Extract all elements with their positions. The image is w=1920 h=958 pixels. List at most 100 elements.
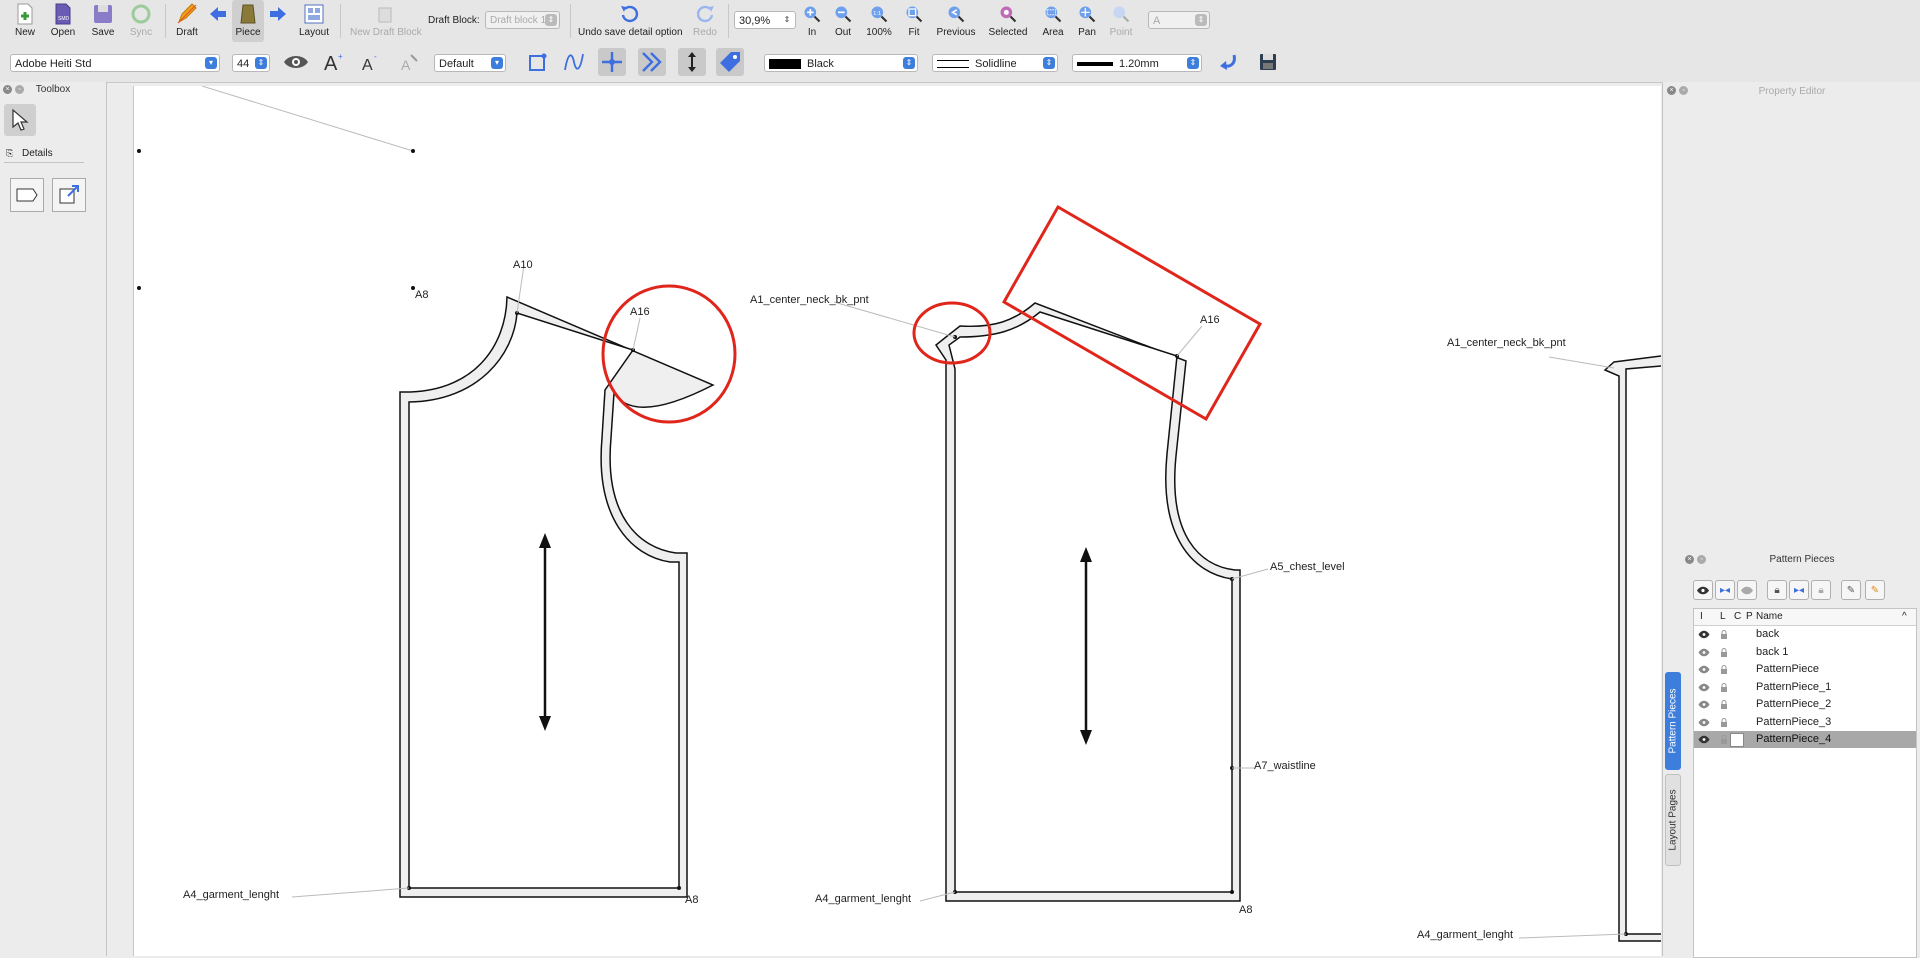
sync-button[interactable]: Sync xyxy=(126,0,156,42)
redo-button[interactable]: Redo xyxy=(690,0,720,42)
reset-style-button[interactable] xyxy=(1214,48,1242,76)
zoom-fit-button[interactable]: Fit xyxy=(902,0,926,42)
text-color-button[interactable]: A xyxy=(396,48,424,76)
zoom-area-button[interactable]: Area xyxy=(1040,0,1066,42)
draft-mode-button[interactable]: Draft xyxy=(172,0,202,42)
point-label-a8[interactable]: A8 xyxy=(1239,904,1252,916)
table-row[interactable]: PatternPiece_3 xyxy=(1694,714,1916,731)
lock-icon[interactable] xyxy=(1720,630,1728,639)
eye-icon[interactable] xyxy=(1698,735,1710,744)
hide-all-button[interactable] xyxy=(1737,580,1757,600)
lock-icon[interactable] xyxy=(1720,700,1728,709)
column-header-l[interactable]: L xyxy=(1720,611,1726,622)
pointer-tool[interactable] xyxy=(4,104,36,136)
draft-block-select[interactable]: Draft block 1 ⇕ xyxy=(485,11,560,29)
column-header-p[interactable]: P xyxy=(1746,611,1753,622)
seam-allowance-tool[interactable] xyxy=(524,48,552,76)
eye-icon[interactable] xyxy=(1698,718,1710,727)
new-draft-block-button[interactable]: New Draft Block xyxy=(350,0,422,42)
eye-icon[interactable] xyxy=(1698,665,1710,674)
new-detail-tool[interactable] xyxy=(10,178,44,212)
table-row[interactable]: PatternPiece_2 xyxy=(1694,696,1916,713)
zoom-spinbox[interactable]: 30,9% ⇕ xyxy=(734,11,796,29)
point-label-a4-garment-length[interactable]: A4_garment_lenght xyxy=(1417,929,1513,941)
table-row[interactable]: back 1 xyxy=(1694,644,1916,661)
point-label-a1-center-neck[interactable]: A1_center_neck_bk_pnt xyxy=(1447,337,1566,349)
color-pick-button[interactable]: ✎ xyxy=(1841,580,1861,600)
lock-icon[interactable] xyxy=(1720,735,1728,744)
point-label-a4-garment-length[interactable]: A4_garment_lenght xyxy=(815,893,911,905)
line-style-select[interactable]: Solidline ⇕ xyxy=(932,54,1058,72)
lock-all-button[interactable]: 🔒︎ xyxy=(1767,580,1787,600)
show-all-button[interactable] xyxy=(1693,580,1713,600)
line-color-select[interactable]: Black ⇕ xyxy=(764,54,918,72)
column-header-c[interactable]: C xyxy=(1734,611,1741,622)
lock-icon[interactable] xyxy=(1720,647,1728,657)
open-button[interactable]: SMD Open xyxy=(48,0,78,42)
eye-icon[interactable] xyxy=(1698,700,1710,709)
save-style-button[interactable] xyxy=(1254,48,1282,76)
tag-icon xyxy=(720,52,740,72)
property-editor-panel: × ◦ Property Editor xyxy=(1662,82,1920,552)
mirror-button[interactable]: ▸◂ xyxy=(1715,580,1735,600)
zoom-out-button[interactable]: Out xyxy=(830,0,856,42)
point-label-a1-center-neck[interactable]: A1_center_neck_bk_pnt xyxy=(750,294,869,306)
point-label-a5-chest-level[interactable]: A5_chest_level xyxy=(1270,561,1345,573)
point-label-a8[interactable]: A8 xyxy=(685,894,698,906)
piece-mode-button[interactable]: Piece xyxy=(232,0,264,42)
zoom-selected-button[interactable]: Selected xyxy=(986,0,1030,42)
point-select[interactable]: A ⇕ xyxy=(1148,11,1210,29)
eye-icon[interactable] xyxy=(1698,648,1710,657)
font-size-select[interactable]: 44 ⇕ xyxy=(232,54,270,72)
lock-icon[interactable] xyxy=(1720,665,1728,674)
point-label-a8[interactable]: A8 xyxy=(415,289,428,301)
column-header-i[interactable]: I xyxy=(1700,611,1703,622)
details-tab[interactable]: ⎘ Details xyxy=(4,146,84,163)
line-weight-select[interactable]: 1.20mm ⇕ xyxy=(1072,54,1202,72)
undo-button[interactable]: Undo save detail option xyxy=(578,0,683,42)
eye-icon[interactable] xyxy=(1698,683,1710,692)
table-row[interactable]: back xyxy=(1694,626,1916,643)
label-tag-tool[interactable] xyxy=(716,48,744,76)
font-family-select[interactable]: Adobe Heiti Std ▾ xyxy=(10,54,220,72)
mirror-lock-button[interactable]: ▸◂ xyxy=(1789,580,1809,600)
zoom-100-button[interactable]: 1:1 100% xyxy=(864,0,894,42)
pan-button[interactable]: Pan xyxy=(1074,0,1100,42)
new-button[interactable]: New xyxy=(10,0,40,42)
draft-block-value: Draft block 1 xyxy=(490,15,547,26)
grainline-tool[interactable] xyxy=(678,48,706,76)
point-label-a10[interactable]: A10 xyxy=(513,259,533,271)
lock-icon[interactable] xyxy=(1720,717,1728,727)
curve-tool[interactable] xyxy=(560,48,588,76)
increase-font-button[interactable]: A + xyxy=(320,48,348,76)
point-label-a4-garment-length[interactable]: A4_garment_lenght xyxy=(183,889,279,901)
tab-layout-pages[interactable]: Layout Pages xyxy=(1665,774,1681,866)
notch-tool[interactable] xyxy=(638,48,666,76)
column-header-name[interactable]: Name xyxy=(1756,611,1783,622)
previous-mode-arrow[interactable] xyxy=(208,0,228,42)
edit-color-button[interactable]: ✎ xyxy=(1865,580,1885,600)
zoom-in-button[interactable]: In xyxy=(800,0,824,42)
point-label-a16[interactable]: A16 xyxy=(630,306,650,318)
table-row[interactable]: PatternPiece xyxy=(1694,661,1916,678)
table-row[interactable]: PatternPiece_4 xyxy=(1694,731,1916,748)
color-swatch[interactable] xyxy=(1730,733,1744,747)
decrease-font-button[interactable]: A- xyxy=(356,48,384,76)
lock-icon[interactable] xyxy=(1720,682,1728,692)
eye-icon[interactable] xyxy=(1698,630,1710,639)
anchor-point-tool[interactable] xyxy=(598,48,626,76)
point-label-a7-waistline[interactable]: A7_waistline xyxy=(1254,760,1316,772)
point-label-a16[interactable]: A16 xyxy=(1200,314,1220,326)
drawing-canvas[interactable]: A10 A8 A16 A1_center_neck_bk_pnt A16 A1_… xyxy=(133,86,1661,956)
show-text-toggle[interactable] xyxy=(282,48,310,76)
save-button[interactable]: Save xyxy=(88,0,118,42)
zoom-previous-button[interactable]: Previous xyxy=(934,0,978,42)
text-style-select[interactable]: Default ▾ xyxy=(434,54,506,72)
zoom-point-button[interactable]: Point xyxy=(1108,0,1134,42)
table-row[interactable]: PatternPiece_1 xyxy=(1694,679,1916,696)
tab-pattern-pieces[interactable]: Pattern Pieces xyxy=(1665,672,1681,770)
export-detail-tool[interactable] xyxy=(52,178,86,212)
next-mode-arrow[interactable] xyxy=(268,0,288,42)
unlock-all-button[interactable]: 🔒︎ xyxy=(1811,580,1831,600)
layout-mode-button[interactable]: Layout xyxy=(298,0,330,42)
